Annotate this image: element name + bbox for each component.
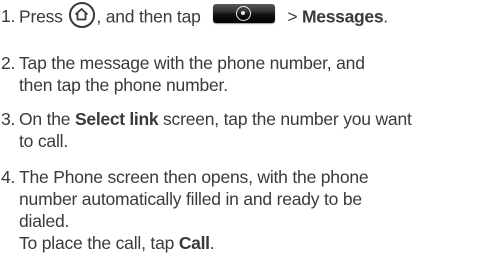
messages-label: Messages [302,6,384,27]
step-number: 3. [1,109,16,129]
all-apps-key-icon [213,3,276,23]
step-text: Tap the message with the phone number, a… [19,53,365,95]
step-number: 1. [1,6,16,26]
step-number: 4. [1,167,16,187]
select-link-label: Select link [75,109,159,129]
home-key-icon [69,2,96,28]
step-text: The Phone screen then opens, with the ph… [19,167,369,253]
step-text: Press , and then tap > Messages. [19,2,479,31]
step-text: On the Select link screen, tap the numbe… [19,109,412,151]
call-label: Call [178,233,210,253]
step-number: 2. [1,53,16,73]
